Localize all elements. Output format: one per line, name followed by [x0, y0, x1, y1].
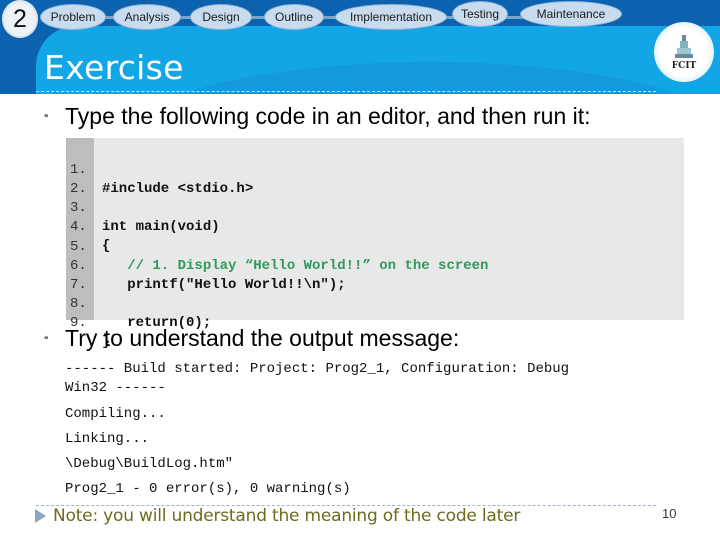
code-comment: // 1. Display “Hello World!!” on the scr…	[102, 258, 489, 274]
bullet-quote-icon: ❝	[44, 112, 49, 122]
code-text: printf("Hello World!!\n");	[102, 277, 346, 293]
code-text: int main(void)	[102, 219, 220, 235]
code-text: {	[102, 238, 111, 254]
output-line: Compiling...	[65, 406, 166, 422]
fcit-logo: FCIT	[654, 22, 714, 82]
output-line: Win32 ------	[65, 380, 166, 396]
code-line: 7.	[66, 257, 100, 293]
slide-title: Exercise	[44, 48, 184, 87]
play-arrow-icon	[35, 509, 46, 523]
emblem-icon	[675, 34, 693, 58]
code-line: 4. {	[66, 199, 110, 254]
output-line: Linking...	[65, 431, 150, 447]
step-analysis: Analysis	[113, 4, 181, 30]
code-line: 2.	[66, 161, 100, 197]
footer-note: Note: you will understand the meaning of…	[53, 506, 521, 526]
code-line: 5. // 1. Display “Hello World!!” on the …	[66, 219, 488, 274]
code-block: 1. #include <stdio.h> 2. 3. int main(voi…	[66, 138, 684, 350]
bullet-instruction-type-code: Type the following code in an editor, an…	[65, 103, 591, 129]
step-implementation: Implementation	[335, 4, 447, 30]
code-line: 9. }	[66, 295, 110, 350]
step-design: Design	[190, 4, 252, 30]
logo-text: FCIT	[671, 60, 697, 71]
header-divider	[36, 91, 656, 92]
code-line: 3. int main(void)	[66, 180, 220, 235]
step-problem: Problem	[40, 4, 106, 30]
chapter-number-badge: 2	[2, 0, 38, 38]
output-line: Prog2_1 - 0 error(s), 0 warning(s)	[65, 481, 351, 497]
code-line: 8. return(0);	[66, 276, 211, 331]
output-line: ------ Build started: Project: Prog2_1, …	[65, 361, 570, 377]
output-line: \Debug\BuildLog.htm"	[65, 456, 234, 472]
step-outline: Outline	[264, 4, 324, 30]
code-text: #include <stdio.h>	[102, 181, 254, 197]
page-number: 10	[662, 506, 677, 521]
code-line: 6. printf("Hello World!!\n");	[66, 238, 346, 293]
step-maintenance: Maintenance	[520, 1, 622, 27]
bullet-quote-icon: ❝	[44, 334, 49, 344]
bullet-instruction-understand-output: Try to understand the output message:	[65, 325, 460, 351]
step-testing: Testing	[452, 1, 508, 27]
code-line: 1. #include <stdio.h>	[66, 142, 253, 197]
